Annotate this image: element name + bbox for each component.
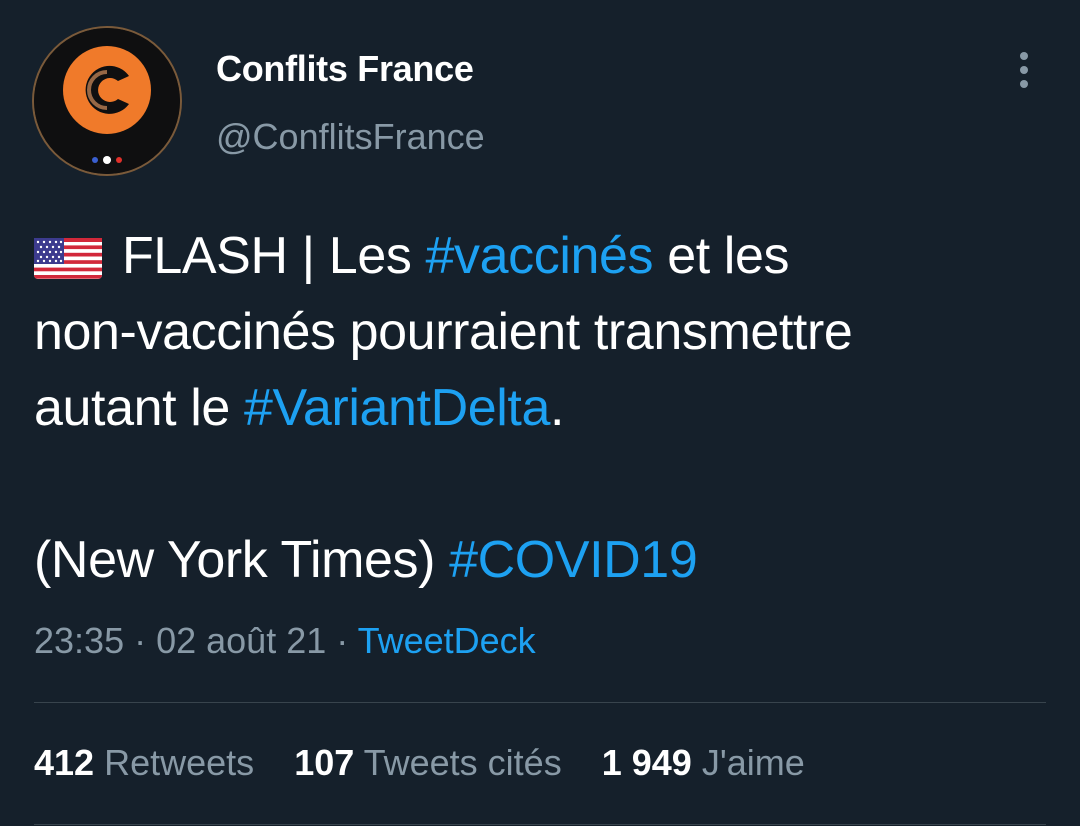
quote-tweets-label: Tweets cités (363, 742, 562, 783)
quote-tweets-count: 107 (294, 742, 355, 783)
tweet-date[interactable]: 02 août 21 (156, 620, 326, 661)
ellipsis-dot (1020, 66, 1028, 74)
divider (34, 702, 1046, 703)
tweet-text-segment: . (549, 379, 565, 437)
tweet-text: FLASH | Les #vaccinés et les non-vacciné… (34, 218, 1054, 598)
meta-separator: · (326, 620, 358, 661)
vertical-ellipsis-icon (1020, 52, 1028, 60)
hashtag-variantdelta-link[interactable]: #VariantDelta (244, 379, 550, 437)
ellipsis-dot (1020, 80, 1028, 88)
hashtag-vaccines-link[interactable]: #vaccinés (426, 227, 654, 285)
avatar[interactable] (32, 26, 182, 176)
divider (34, 824, 1046, 825)
likes-stat[interactable]: 1 949 J'aime (602, 742, 805, 784)
likes-count: 1 949 (601, 742, 692, 783)
tweet-text-segment: (New York Times) (34, 531, 450, 589)
tweet-time[interactable]: 23:35 (34, 620, 124, 661)
retweets-stat[interactable]: 412 Retweets (34, 742, 254, 784)
tweet-text-segment: autant le (34, 379, 244, 437)
tweet-line-5: (New York Times) #COVID19 (34, 522, 1054, 598)
conflits-france-logo-icon (34, 28, 180, 174)
tweet-line-1: FLASH | Les #vaccinés et les (34, 218, 1054, 294)
hashtag-covid19-link[interactable]: #COVID19 (449, 531, 698, 589)
meta-separator: · (124, 620, 157, 661)
tweet-line-3: autant le #VariantDelta. (34, 370, 1054, 446)
author-handle[interactable]: @ConflitsFrance (216, 116, 485, 158)
tweet-text-segment: FLASH | Les (122, 227, 426, 285)
tweet-text-segment: non-vaccinés pourraient transmettre (34, 303, 853, 361)
quote-tweets-stat[interactable]: 107 Tweets cités (294, 742, 562, 784)
more-options-button[interactable] (1004, 46, 1044, 94)
retweets-label: Retweets (104, 742, 255, 783)
tweet-stats: 412 Retweets 107 Tweets cités 1 949 J'ai… (34, 742, 835, 784)
tweet-text-segment: et les (653, 227, 790, 285)
retweets-count: 412 (34, 742, 95, 783)
tweet-source-link[interactable]: TweetDeck (358, 620, 536, 661)
likes-label: J'aime (701, 742, 805, 783)
tweet-detail: Conflits France @ConflitsFrance FLASH | … (0, 0, 1080, 826)
author-display-name[interactable]: Conflits France (216, 48, 474, 90)
tweet-meta: 23:35 · 02 août 21 · TweetDeck (34, 620, 536, 662)
us-flag-icon (34, 231, 102, 279)
tweet-line-2: non-vaccinés pourraient transmettre (34, 294, 1054, 370)
